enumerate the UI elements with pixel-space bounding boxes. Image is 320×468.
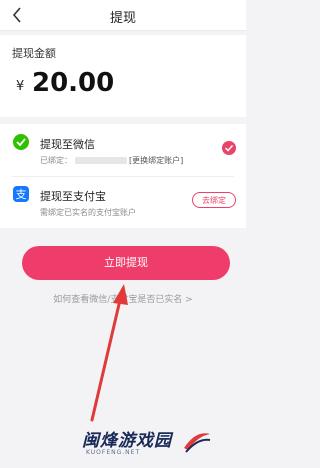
annotation-arrow-icon — [90, 284, 128, 422]
watermark-subtext: KUOFENG.NET — [86, 449, 141, 456]
watermark-logo-icon — [184, 433, 211, 453]
site-watermark: 闽烽游戏园 KUOFENG.NET — [82, 426, 212, 462]
watermark-text: 闽烽游戏园 — [82, 431, 172, 451]
